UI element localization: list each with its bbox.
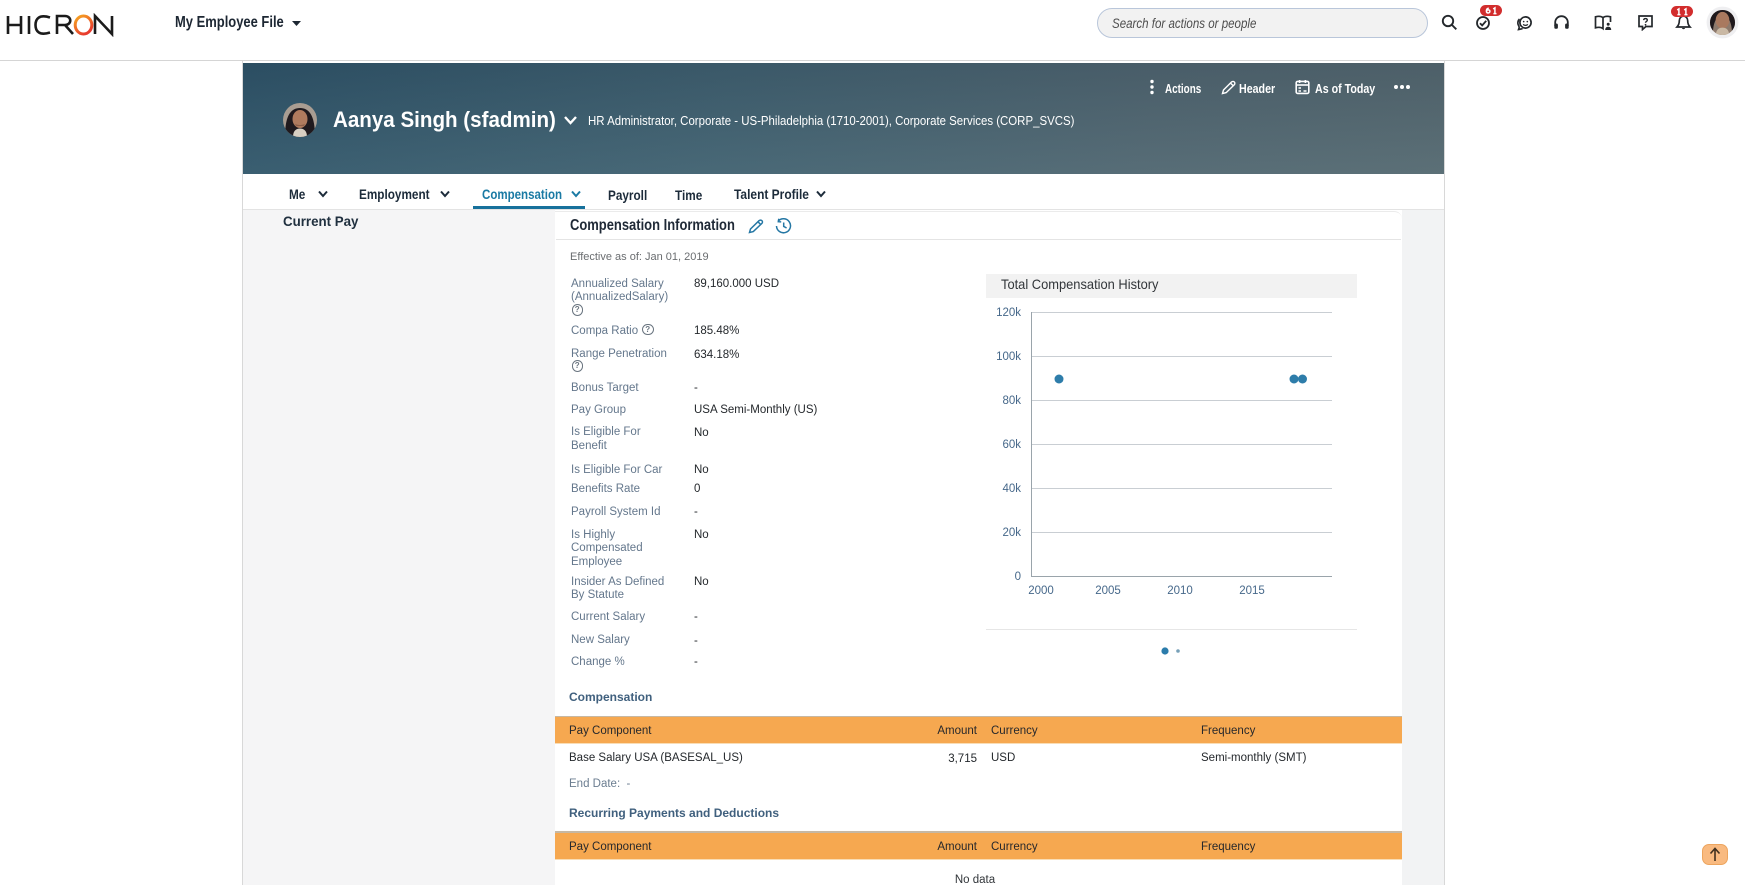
svg-text:0: 0 bbox=[1015, 571, 1021, 583]
svg-text:80k: 80k bbox=[1002, 395, 1021, 407]
svg-text:2000: 2000 bbox=[1028, 585, 1054, 597]
svg-text:120k: 120k bbox=[996, 307, 1021, 319]
svg-text:40k: 40k bbox=[1002, 483, 1021, 495]
svg-text:2005: 2005 bbox=[1095, 585, 1121, 597]
svg-text:100k: 100k bbox=[996, 351, 1021, 363]
svg-text:2010: 2010 bbox=[1167, 585, 1193, 597]
svg-text:20k: 20k bbox=[1002, 527, 1021, 539]
svg-text:60k: 60k bbox=[1002, 439, 1021, 451]
svg-text:2015: 2015 bbox=[1239, 585, 1265, 597]
